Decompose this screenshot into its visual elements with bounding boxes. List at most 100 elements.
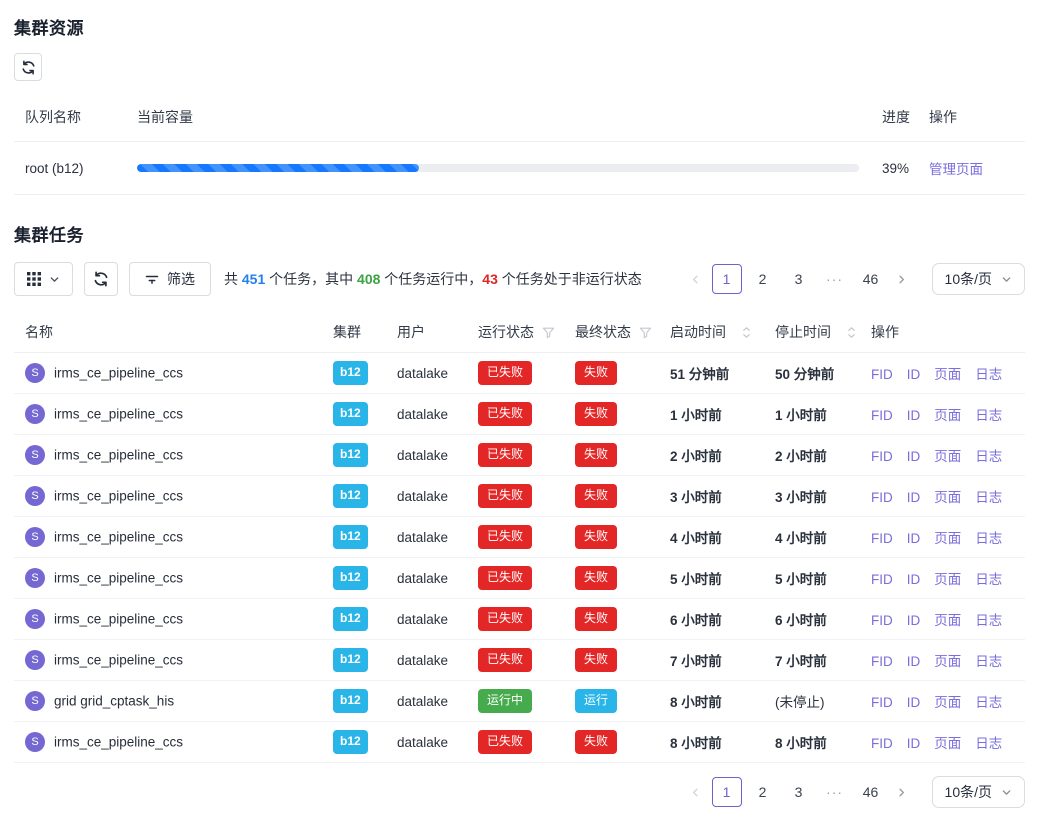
user-cell: datalake	[393, 681, 474, 722]
page-button[interactable]: 2	[748, 264, 778, 294]
id-link[interactable]: ID	[907, 736, 921, 751]
page-link[interactable]: 页面	[934, 408, 961, 423]
task-name: irms_ce_pipeline_ccs	[54, 530, 183, 545]
page-link[interactable]: 页面	[934, 367, 961, 382]
page-button[interactable]: 2	[748, 777, 778, 807]
page-button[interactable]: 1	[712, 777, 742, 807]
page-link[interactable]: 页面	[934, 449, 961, 464]
cluster-tasks-title: 集群任务	[14, 221, 1025, 246]
fid-link[interactable]: FID	[871, 490, 893, 505]
id-link[interactable]: ID	[907, 367, 921, 382]
page-button[interactable]: 1	[712, 264, 742, 294]
page-link[interactable]: 页面	[934, 613, 961, 628]
page-size-value: 10条/页	[945, 782, 992, 802]
fid-link[interactable]: FID	[871, 695, 893, 710]
page-link[interactable]: 页面	[934, 490, 961, 505]
id-link[interactable]: ID	[907, 490, 921, 505]
task-name: irms_ce_pipeline_ccs	[54, 653, 183, 668]
page-link[interactable]: 页面	[934, 531, 961, 546]
id-link[interactable]: ID	[907, 613, 921, 628]
page-size-select[interactable]: 10条/页	[932, 776, 1025, 808]
page-size-select[interactable]: 10条/页	[932, 263, 1025, 295]
fid-link[interactable]: FID	[871, 449, 893, 464]
stop-time: 6 小时前	[771, 599, 867, 640]
fid-link[interactable]: FID	[871, 367, 893, 382]
page-button[interactable]: 3	[784, 264, 814, 294]
fid-link[interactable]: FID	[871, 408, 893, 423]
manage-page-link[interactable]: 管理页面	[929, 162, 983, 177]
total-task-count: 451	[242, 271, 265, 287]
log-link[interactable]: 日志	[975, 367, 1002, 382]
stop-time: 1 小时前	[771, 394, 867, 435]
id-link[interactable]: ID	[907, 695, 921, 710]
avatar: S	[25, 404, 45, 424]
avatar: S	[25, 609, 45, 629]
prev-page-button[interactable]	[682, 264, 710, 294]
fid-link[interactable]: FID	[871, 531, 893, 546]
run-status-badge: 运行中	[478, 689, 532, 712]
columns-config-button[interactable]	[14, 262, 73, 296]
running-task-count: 408	[357, 271, 380, 287]
log-link[interactable]: 日志	[975, 654, 1002, 669]
pagination-top: 1 2 3 ··· 46 10条/页	[682, 263, 1025, 295]
next-page-button[interactable]	[888, 264, 916, 294]
log-link[interactable]: 日志	[975, 736, 1002, 751]
id-link[interactable]: ID	[907, 408, 921, 423]
next-page-button[interactable]	[888, 777, 916, 807]
user-cell: datalake	[393, 435, 474, 476]
run-status-badge: 已失败	[478, 607, 532, 630]
log-link[interactable]: 日志	[975, 490, 1002, 505]
refresh-tasks-button[interactable]	[84, 262, 118, 296]
id-link[interactable]: ID	[907, 654, 921, 669]
tasks-header-row: 名称 集群 用户 运行状态 最终状态 启动时间 停止时间 操作	[14, 312, 1025, 353]
filter-button[interactable]: 筛选	[129, 262, 211, 296]
progress-bar-fill	[137, 164, 419, 172]
page-link[interactable]: 页面	[934, 695, 961, 710]
fid-link[interactable]: FID	[871, 572, 893, 587]
fid-link[interactable]: FID	[871, 613, 893, 628]
page-button[interactable]: ···	[820, 777, 850, 807]
start-time: 5 小时前	[666, 558, 771, 599]
user-cell: datalake	[393, 517, 474, 558]
stop-time: 50 分钟前	[771, 353, 867, 394]
refresh-resources-button[interactable]	[14, 53, 42, 81]
log-link[interactable]: 日志	[975, 449, 1002, 464]
id-link[interactable]: ID	[907, 449, 921, 464]
sort-icon[interactable]	[742, 326, 751, 339]
id-link[interactable]: ID	[907, 531, 921, 546]
col-header-stop-time: 停止时间	[771, 312, 867, 353]
log-link[interactable]: 日志	[975, 408, 1002, 423]
log-link[interactable]: 日志	[975, 531, 1002, 546]
progress-bar-track	[137, 164, 859, 172]
task-name: irms_ce_pipeline_ccs	[54, 571, 183, 586]
page-link[interactable]: 页面	[934, 736, 961, 751]
refresh-icon	[21, 60, 36, 75]
page-link[interactable]: 页面	[934, 572, 961, 587]
final-status-badge: 失败	[575, 566, 617, 589]
table-row: Sirms_ce_pipeline_ccs b12 datalake 已失败 失…	[14, 394, 1025, 435]
page-button[interactable]: 46	[856, 264, 886, 294]
final-status-badge: 失败	[575, 525, 617, 548]
capacity-cell	[137, 142, 882, 195]
page-button[interactable]: ···	[820, 264, 850, 294]
page-button[interactable]: 3	[784, 777, 814, 807]
page-button[interactable]: 46	[856, 777, 886, 807]
id-link[interactable]: ID	[907, 572, 921, 587]
log-link[interactable]: 日志	[975, 613, 1002, 628]
table-row: Sirms_ce_pipeline_ccs b12 datalake 已失败 失…	[14, 353, 1025, 394]
fid-link[interactable]: FID	[871, 736, 893, 751]
log-link[interactable]: 日志	[975, 695, 1002, 710]
col-header-run-status: 运行状态	[474, 312, 571, 353]
filter-funnel-icon[interactable]	[542, 326, 555, 339]
filter-funnel-icon[interactable]	[639, 326, 652, 339]
final-status-badge: 失败	[575, 730, 617, 753]
sort-icon[interactable]	[847, 326, 856, 339]
run-status-badge: 已失败	[478, 361, 532, 384]
page-link[interactable]: 页面	[934, 654, 961, 669]
col-header-cluster: 集群	[329, 312, 393, 353]
log-link[interactable]: 日志	[975, 572, 1002, 587]
fid-link[interactable]: FID	[871, 654, 893, 669]
avatar: S	[25, 486, 45, 506]
final-status-badge: 失败	[575, 402, 617, 425]
prev-page-button[interactable]	[682, 777, 710, 807]
